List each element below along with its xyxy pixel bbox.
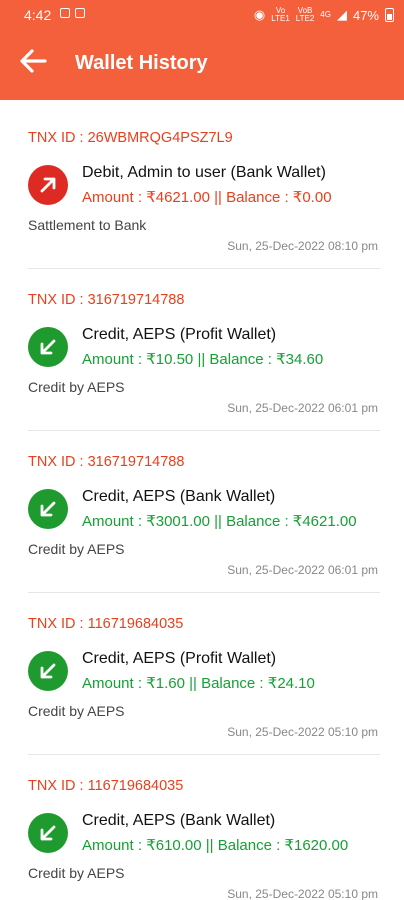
transaction-item[interactable]: TNX ID : 316719714788 Credit, AEPS (Prof… [28,262,380,431]
status-time: 4:42 [24,7,52,23]
transaction-amount: Amount : ₹1.60 || Balance : ₹24.10 [82,675,315,692]
transaction-date: Sun, 25-Dec-2022 06:01 pm [227,563,378,577]
transaction-note: Credit by AEPS [28,379,125,395]
arrow-down-left-icon [28,651,68,691]
transaction-title: Credit, AEPS (Profit Wallet) [82,650,277,667]
transaction-date: Sun, 25-Dec-2022 05:10 pm [227,887,378,900]
network-1-indicator: Vo LTE1 [271,6,290,23]
transaction-note: Credit by AEPS [28,541,125,557]
network-2-indicator: VoB LTE2 [295,6,315,23]
transaction-item[interactable]: TNX ID : 116719684035 Credit, AEPS (Bank… [28,748,380,900]
transaction-date: Sun, 25-Dec-2022 06:01 pm [227,401,378,415]
signal-icon: ◢ [336,7,347,22]
transaction-item[interactable]: TNX ID : 316719714788 Credit, AEPS (Bank… [28,424,380,593]
app-bar: 4:42 ◉ Vo LTE1 VoB LTE2 4G ◢ 47% Wallet … [0,0,404,100]
transaction-item[interactable]: TNX ID : 116719684035 Credit, AEPS (Prof… [28,586,380,755]
mobile-data-indicator: 4G [320,10,331,19]
gallery-icon [75,8,85,18]
status-bar: 4:42 ◉ Vo LTE1 VoB LTE2 4G ◢ 47% [0,0,404,30]
arrow-up-right-icon [28,165,68,205]
arrow-left-icon [20,49,47,73]
transaction-note: Credit by AEPS [28,703,125,719]
transaction-date: Sun, 25-Dec-2022 05:10 pm [227,725,378,739]
arrow-down-left-icon [28,813,68,853]
notification-icon [60,8,70,18]
arrow-down-left-icon [28,327,68,367]
transaction-title: Credit, AEPS (Bank Wallet) [82,488,276,505]
transaction-id: TNX ID : 116719684035 [28,778,184,794]
back-button[interactable] [18,46,58,82]
battery-icon [385,8,394,22]
transaction-id: TNX ID : 26WBMRQG4PSZ7L9 [28,130,233,146]
transaction-amount: Amount : ₹10.50 || Balance : ₹34.60 [82,351,324,368]
transaction-note: Sattlement to Bank [28,217,147,233]
arrow-down-left-icon [28,489,68,529]
transaction-title: Credit, AEPS (Profit Wallet) [82,326,277,343]
transaction-amount: Amount : ₹4621.00 || Balance : ₹0.00 [82,189,332,206]
transaction-title: Debit, Admin to user (Bank Wallet) [82,164,326,181]
battery-percent: 47% [352,7,379,23]
transaction-note: Credit by AEPS [28,865,125,881]
transaction-id: TNX ID : 316719714788 [28,292,185,308]
transaction-date: Sun, 25-Dec-2022 08:10 pm [227,239,378,253]
transaction-id: TNX ID : 316719714788 [28,454,185,470]
transaction-id: TNX ID : 116719684035 [28,616,184,632]
transaction-item[interactable]: TNX ID : 26WBMRQG4PSZ7L9 Debit, Admin to… [28,100,380,269]
transaction-amount: Amount : ₹610.00 || Balance : ₹1620.00 [82,837,349,854]
transaction-amount: Amount : ₹3001.00 || Balance : ₹4621.00 [82,513,357,530]
page-title: Wallet History [75,52,208,74]
hotspot-icon: ◉ [253,7,266,22]
transaction-title: Credit, AEPS (Bank Wallet) [82,812,276,829]
